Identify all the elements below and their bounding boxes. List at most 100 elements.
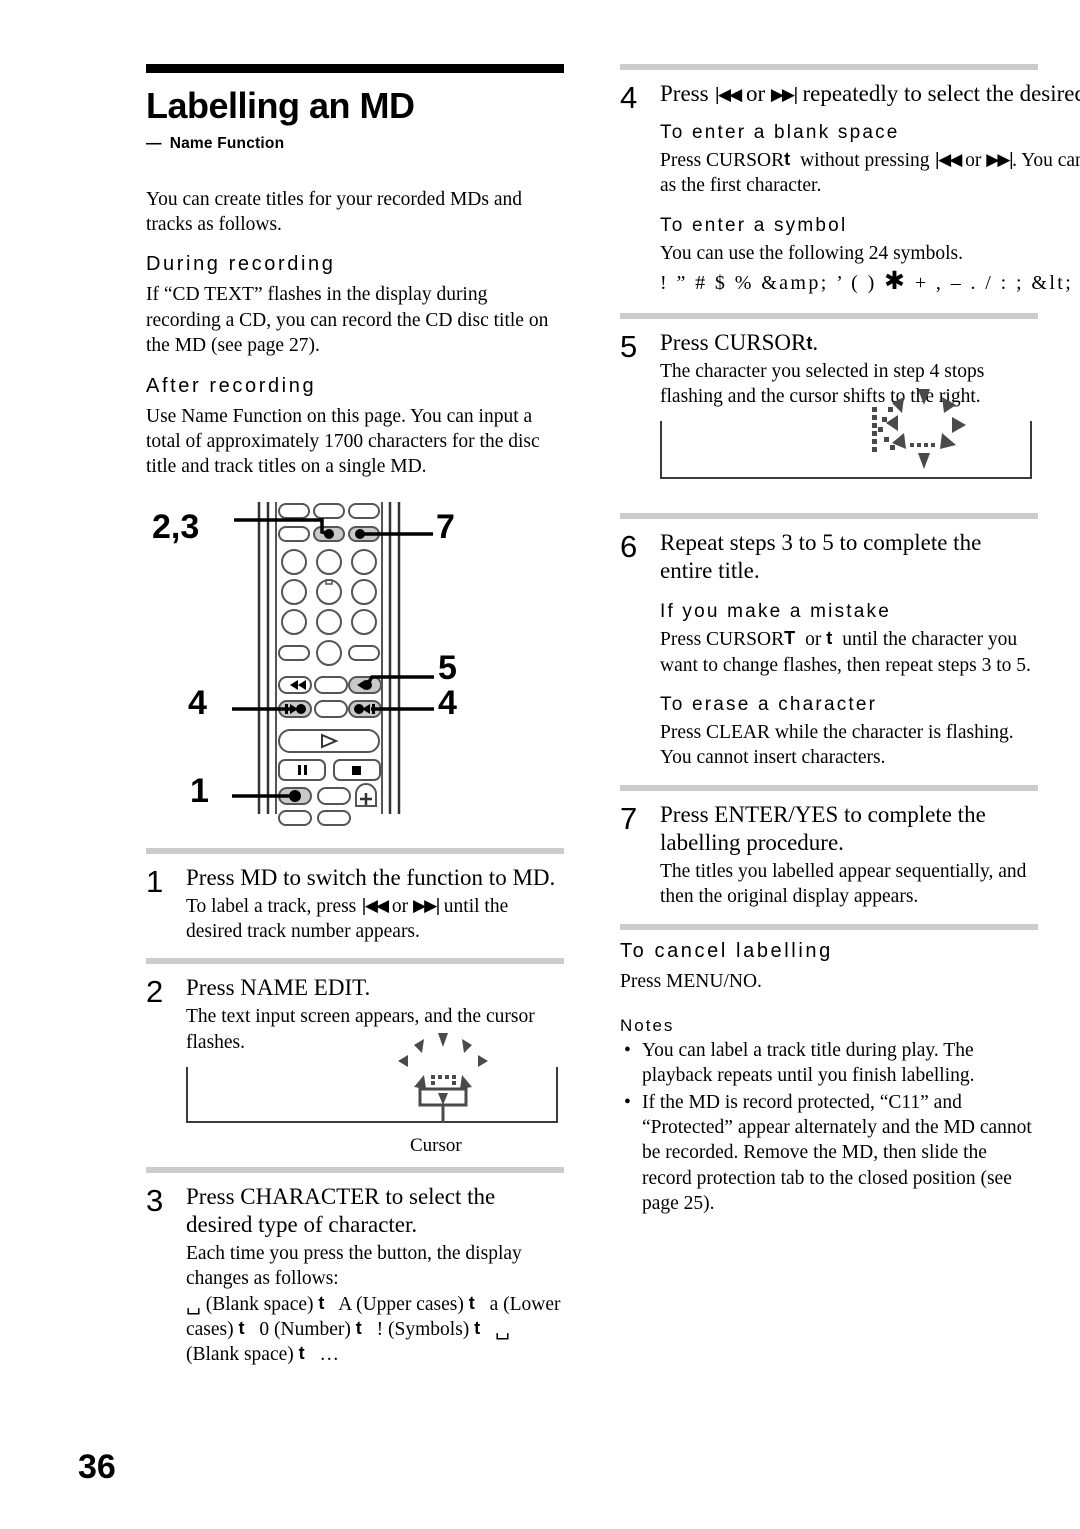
step-4-lead-a: Press [660,81,709,106]
symbol-list: ! ” # $ % &amp; ’ ( ) ✱ + , – . / : ; &l… [660,266,1080,299]
step-1-detail-a: To label a track, press [186,895,357,917]
left-column: Labelling an MD — Name Function You can c… [146,64,564,1368]
callout-step-4-left: 4 [188,683,207,722]
prev-track-icon: |◀◀ [714,85,742,105]
seq-arrow-0: t [318,1292,325,1313]
step-4-lead-c: repeatedly to select the desired charact… [802,81,1080,106]
body-to-enter-a-blank-space: Press CURSORt without pressing |◀◀ or ▶▶|… [660,148,1080,199]
step-1-detail-b: or [391,895,409,917]
step-4-number: 4 [620,80,638,115]
note-item: If the MD is record protected, “C11” and… [620,1090,1038,1217]
callout-step-7: 7 [436,507,455,546]
step-7-number: 7 [620,800,638,836]
seq-arrow-4: t [474,1318,481,1339]
step-5-number: 5 [620,328,638,364]
prev-track-icon: |◀◀ [934,150,962,171]
step-6-number: 6 [620,529,638,565]
section-heading-after-recording: After recording [146,374,317,397]
step-2-number: 2 [146,974,164,1010]
separator-before-step-6 [620,513,1038,520]
step-7-detail: The titles you labelled appear sequentia… [660,860,1027,908]
step-3-lead: Press CHARACTER to select the desired ty… [186,1184,496,1238]
next-track-icon: ▶▶| [770,85,799,105]
step-3: 3 Press CHARACTER to select the desired … [146,1183,564,1368]
callout-step-1: 1 [190,771,209,810]
section-heading-during-recording: During recording [146,253,336,276]
seq-arrow-2: t [238,1318,245,1339]
step-1-number: 1 [146,863,164,899]
seq-item-1: A (Upper cases) [338,1293,464,1315]
prev-track-icon: |◀◀ [361,895,389,916]
step-6: 6 Repeat steps 3 to 5 to complete the en… [620,529,1038,770]
seq-arrow-1: t [468,1292,475,1313]
right-column: 4 Press |◀◀ or ▶▶| repeatedly to select … [620,64,1080,1217]
separator-before-cancel [620,923,1038,930]
blank-space-b: without pressing [800,150,930,172]
notes-list: You can label a track title during play.… [620,1038,1038,1216]
seq-arrow-5: t [298,1343,305,1364]
cursor-right-arrow-icon: t [826,628,833,649]
body-to-cancel-labelling: Press MENU/NO. [620,970,762,992]
next-track-icon: ▶▶| [413,895,441,916]
separator-before-step-7 [620,784,1038,791]
step-3-detail: Each time you press the button, the disp… [186,1243,522,1290]
step-7: 7 Press ENTER/YES to complete the labell… [620,801,1038,910]
step-4-lead: Press |◀◀ or ▶▶| repeatedly to select th… [660,80,1080,108]
seq-item-4: ! (Symbols) [376,1319,470,1341]
step-5-lead: Press CURSORt. [660,329,819,355]
callout-step-4-right: 4 [438,683,457,722]
page-title: Labelling an MD [146,85,415,126]
separator-before-step-1 [146,847,564,854]
separator-before-step-4 [620,64,1038,70]
step-7-lead: Press ENTER/YES to complete the labellin… [660,801,986,855]
seq-arrow-3: t [355,1318,362,1339]
lcd-display-step-5 [660,389,1032,480]
heading-to-enter-a-blank-space: To enter a blank space [660,122,900,144]
step-4: 4 Press |◀◀ or ▶▶| repeatedly to select … [620,80,1080,299]
section-body-during-recording: If “CD TEXT” flashes in the display duri… [146,284,549,357]
mistake-b: or [805,629,822,651]
step-5-lead-text: Press CURSOR [660,329,807,355]
subtitle-text: Name Function [169,134,285,152]
seq-item-6: … [319,1344,340,1366]
seq-item-3: 0 (Number) [259,1319,351,1341]
step-6-lead: Repeat steps 3 to 5 to complete the enti… [660,530,982,584]
lcd-cursor-flash-graphic [398,1033,488,1124]
lcd-character-flash-graphic [872,389,966,470]
separator-before-step-3 [146,1167,564,1174]
heading-to-enter-a-symbol: To enter a symbol [660,214,848,236]
step-2-lead: Press NAME EDIT. [186,975,371,1001]
seq-item-0: ␣ (Blank space) [186,1293,314,1315]
subtitle-dash: — [146,134,162,152]
step-1: 1 Press MD to switch the function to MD.… [146,864,564,945]
section-body-after-recording: Use Name Function on this page. You can … [146,405,540,478]
step-1-lead: Press MD to switch the function to MD. [186,864,556,890]
cursor-label: Cursor [410,1135,462,1157]
body-if-you-make-a-mistake: Press CURSORT or t until the character you… [660,627,1038,678]
page-number: 36 [78,1448,116,1486]
step-1-detail: To label a track, press |◀◀ or ▶▶| until… [186,894,564,945]
asterisk-icon: ✱ [884,268,908,296]
intro-paragraph: You can create titles for your recorded … [146,188,522,236]
manual-page: Labelling an MD — Name Function You can c… [0,0,1080,1529]
mistake-a: Press CURSOR [660,629,785,651]
symbol-list-part-a: ! ” # $ % &amp; ’ ( ) [660,272,877,295]
separator-before-step-5 [620,312,1038,319]
step-4-lead-b: or [745,81,766,106]
lcd-display-step-2: Cursor [186,1033,558,1156]
heading-if-you-make-a-mistake: If you make a mistake [660,601,891,623]
callout-step-5: 5 [438,648,457,687]
title-rule [146,64,564,73]
heading-to-erase-a-character: To erase a character [660,694,878,716]
notes-heading: Notes [620,1015,675,1035]
step-3-sequence: ␣ (Blank space) t A (Upper cases) t a (L… [186,1292,564,1368]
symbol-list-part-b: + , – . / : ; &lt; = &gt; ? @ _ ` [914,272,1080,295]
step-3-number: 3 [146,1183,164,1219]
callout-steps-2-3: 2,3 [152,507,200,546]
cursor-right-arrow-icon: t [784,149,791,170]
blank-space-c: or [965,150,982,172]
note-item: You can label a track title during play.… [620,1038,1038,1089]
remote-control-figure: 2,3 7 5 4 4 1 [146,494,564,834]
body-to-enter-a-symbol: You can use the following 24 symbols. [660,242,963,264]
separator-before-step-2 [146,958,564,965]
